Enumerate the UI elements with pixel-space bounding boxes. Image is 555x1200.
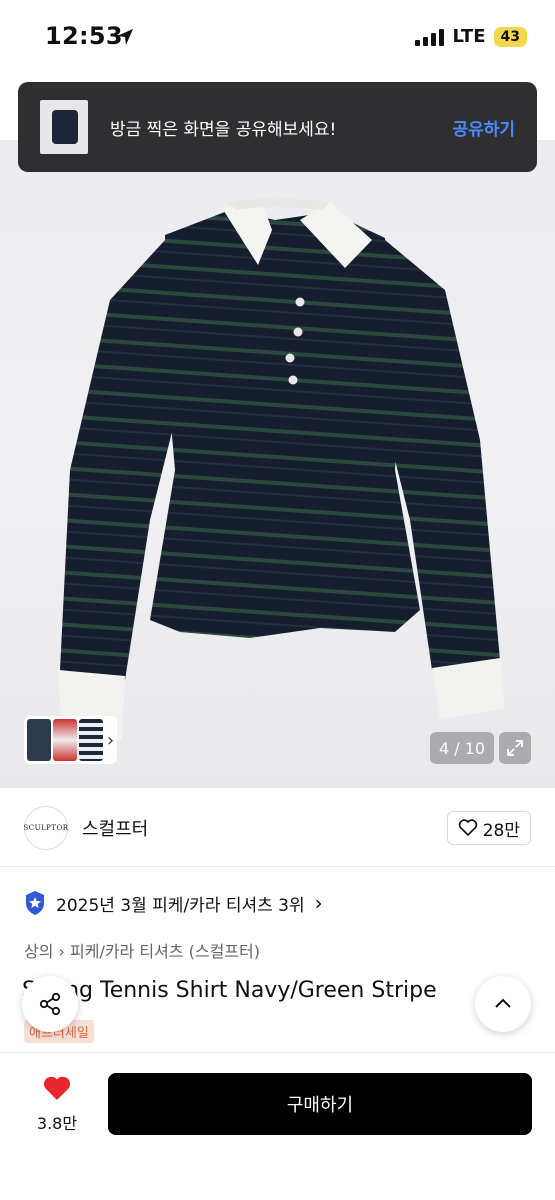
signal-icon xyxy=(415,28,445,46)
thumbnail-1[interactable] xyxy=(27,719,51,761)
expand-button[interactable] xyxy=(499,732,531,764)
share-action-button[interactable]: 공유하기 xyxy=(452,115,515,140)
brand-logo[interactable]: SCULPTOR xyxy=(23,806,68,850)
share-icon xyxy=(39,992,61,1016)
heart-icon xyxy=(43,1076,71,1100)
gallery-thumbnails[interactable]: › xyxy=(24,716,117,764)
thumbnail-3[interactable] xyxy=(78,719,103,761)
brand-like-count: 28만 xyxy=(482,820,520,841)
toast-message: 방금 찍은 화면을 공유해보세요! xyxy=(110,119,337,140)
status-bar: 12:53 LTE 43 xyxy=(0,0,555,78)
brand-row[interactable]: SCULPTOR 스컬프터 28만 xyxy=(23,804,531,852)
chevron-right-icon[interactable]: › xyxy=(107,730,114,751)
breadcrumb[interactable]: 상의 › 피케/카라 티셔츠 (스컬프터) xyxy=(24,938,260,962)
product-image[interactable]: › 4 / 10 xyxy=(0,140,555,788)
chevron-right-icon: › xyxy=(314,891,323,915)
product-title: Spring Tennis Shirt Navy/Green Stripe xyxy=(22,978,437,1003)
screenshot-thumbnail xyxy=(40,100,88,154)
network-type: LTE xyxy=(452,26,486,47)
brand-like-button[interactable]: 28만 xyxy=(446,811,531,845)
divider xyxy=(0,866,555,867)
thumbnail-2[interactable] xyxy=(52,719,77,761)
buy-button[interactable]: 구매하기 xyxy=(108,1073,532,1135)
location-arrow-icon xyxy=(117,29,133,45)
heart-outline-icon xyxy=(458,819,477,837)
bottom-bar: 3.8만 구매하기 xyxy=(0,1052,555,1200)
image-counter: 4 / 10 xyxy=(430,732,494,764)
share-button[interactable] xyxy=(22,976,78,1032)
chevron-up-icon xyxy=(495,998,511,1008)
wishlist-button[interactable]: 3.8만 xyxy=(24,1075,90,1134)
ranking-row[interactable]: 2025년 3월 피케/카라 티셔츠 3위 › xyxy=(24,890,323,916)
share-toast: 방금 찍은 화면을 공유해보세요! 공유하기 xyxy=(18,82,537,172)
brand-name[interactable]: 스컬프터 xyxy=(82,815,447,841)
wishlist-count: 3.8만 xyxy=(36,1114,78,1133)
battery-level: 43 xyxy=(493,26,527,47)
status-time: 12:53 xyxy=(45,22,123,50)
scroll-top-button[interactable] xyxy=(475,976,531,1032)
status-indicators: LTE 43 xyxy=(415,26,527,47)
expand-icon xyxy=(507,740,523,756)
shirt-illustration xyxy=(58,198,505,740)
rank-badge-icon xyxy=(26,891,44,915)
ranking-text: 2025년 3월 피케/카라 티셔츠 3위 xyxy=(56,895,305,916)
